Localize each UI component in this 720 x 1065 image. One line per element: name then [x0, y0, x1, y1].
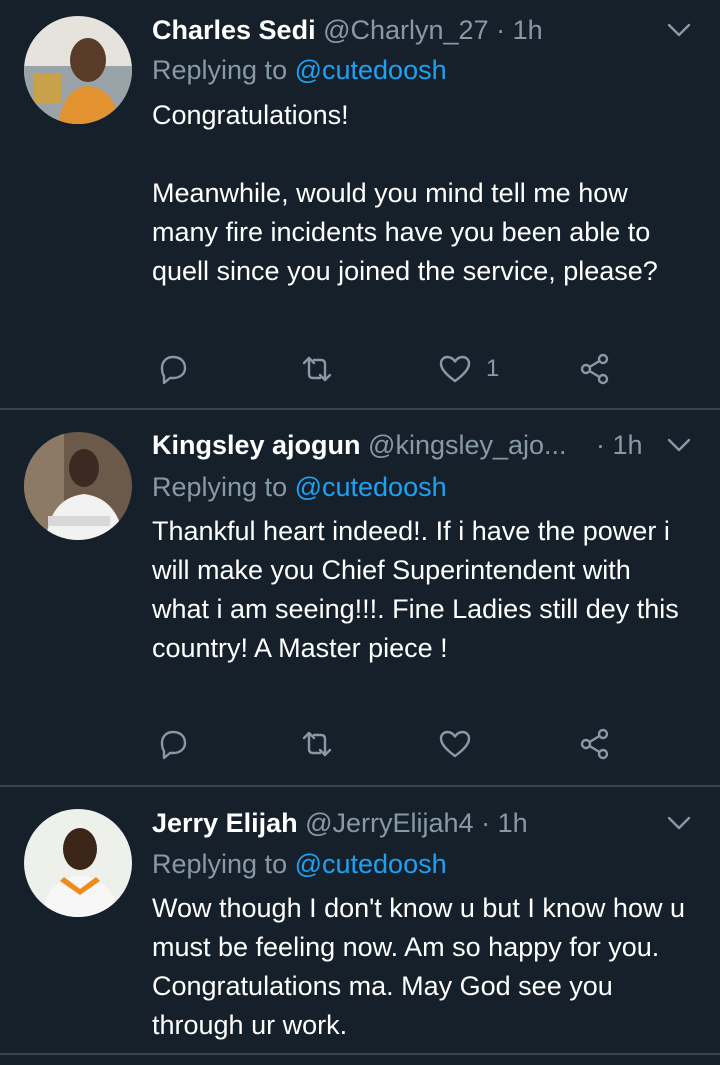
tweet-text: Thankful heart indeed!. If i have the po…: [152, 516, 687, 663]
tweet-text: Wow though I don't know u but I know how…: [152, 893, 693, 1040]
share-button[interactable]: [578, 724, 612, 764]
chevron-down-icon[interactable]: [664, 808, 694, 838]
separator-dot: ·: [496, 15, 506, 45]
retweet-button[interactable]: [300, 724, 334, 764]
like-count: 1: [486, 355, 500, 382]
tweet-header: Kingsley ajogun @kingsley_ajo...: [152, 427, 590, 463]
user-handle[interactable]: @Charlyn_27: [323, 15, 489, 45]
retweet-icon: [302, 731, 332, 757]
like-button[interactable]: [438, 724, 486, 764]
retweet-icon: [302, 356, 332, 382]
mention-link[interactable]: @cutedoosh: [295, 472, 447, 502]
avatar[interactable]: [24, 432, 132, 540]
display-name[interactable]: Jerry Elijah: [152, 808, 298, 838]
separator-dot: ·: [481, 808, 491, 838]
avatar[interactable]: [24, 16, 132, 124]
user-handle[interactable]: @kingsley_ajo...: [368, 430, 567, 460]
replying-to: Replying to @cutedoosh: [152, 469, 447, 505]
share-icon: [580, 353, 609, 385]
mention-link[interactable]: @cutedoosh: [295, 55, 447, 85]
user-handle[interactable]: @JerryElijah4: [305, 808, 473, 838]
like-icon: [439, 355, 471, 383]
tweet-text: Congratulations! Meanwhile, would you mi…: [152, 100, 658, 286]
reply-button[interactable]: [156, 349, 190, 389]
reply-icon: [160, 730, 187, 760]
timestamp[interactable]: 1h: [498, 808, 528, 838]
replying-to: Replying to @cutedoosh: [152, 52, 447, 88]
display-name[interactable]: Charles Sedi: [152, 15, 316, 45]
retweet-button[interactable]: [300, 349, 334, 389]
divider: [0, 1053, 720, 1055]
like-icon: [439, 730, 471, 758]
tweet-3[interactable]: Jerry Elijah @JerryElijah4 · 1h Replying…: [0, 787, 720, 1065]
tweet-time: · 1h: [596, 427, 660, 463]
timestamp[interactable]: 1h: [613, 430, 643, 460]
avatar[interactable]: [24, 809, 132, 917]
replying-to: Replying to @cutedoosh: [152, 846, 447, 882]
replying-to-label: Replying to: [152, 849, 295, 879]
action-bar: 1: [152, 349, 622, 389]
replying-to-label: Replying to: [152, 55, 295, 85]
tweet-2[interactable]: Kingsley ajogun @kingsley_ajo... · 1h Re…: [0, 410, 720, 787]
chevron-down-icon[interactable]: [664, 15, 694, 45]
share-button[interactable]: [578, 349, 612, 389]
timestamp[interactable]: 1h: [513, 15, 543, 45]
like-button[interactable]: 1: [438, 349, 499, 389]
tweet-header: Jerry Elijah @JerryElijah4 · 1h: [152, 805, 650, 841]
mention-link[interactable]: @cutedoosh: [295, 849, 447, 879]
separator-dot: ·: [596, 430, 605, 460]
tweet-1[interactable]: Charles Sedi @Charlyn_27 · 1h Replying t…: [0, 0, 720, 410]
reply-icon: [160, 355, 187, 385]
display-name[interactable]: Kingsley ajogun: [152, 430, 361, 460]
action-bar: [152, 724, 622, 764]
chevron-down-icon[interactable]: [664, 430, 694, 460]
share-icon: [580, 728, 609, 760]
reply-button[interactable]: [156, 724, 190, 764]
replying-to-label: Replying to: [152, 472, 295, 502]
tweet-header: Charles Sedi @Charlyn_27 · 1h: [152, 12, 650, 48]
